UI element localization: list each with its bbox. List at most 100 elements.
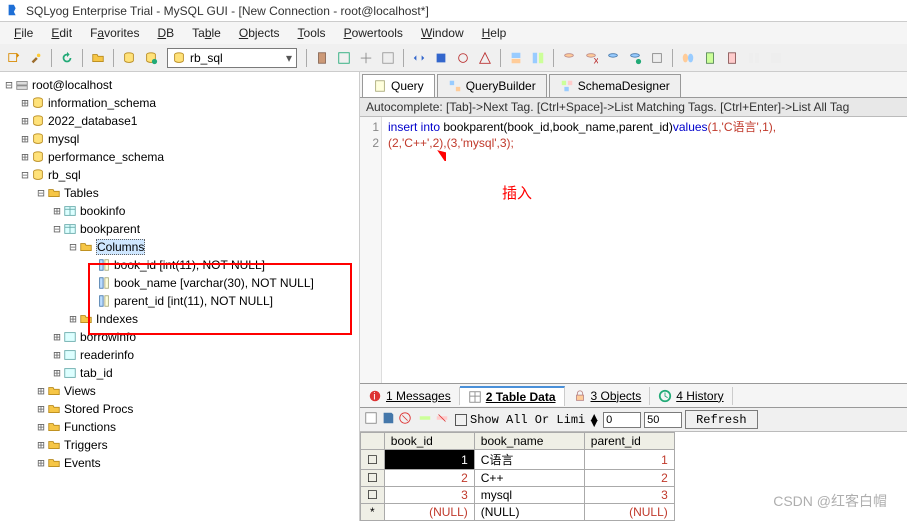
cell[interactable]: 3 [584, 487, 674, 504]
cell[interactable]: (NULL) [584, 504, 674, 521]
cell[interactable]: 3 [384, 487, 474, 504]
window-title: SQLyog Enterprise Trial - MySQL GUI - [N… [26, 4, 429, 18]
tree-tables-folder[interactable]: ⊟Tables [2, 184, 357, 202]
menu-edit[interactable]: Edit [43, 24, 80, 42]
cell[interactable]: 1 [584, 450, 674, 470]
menu-file[interactable]: File [6, 24, 41, 42]
cell[interactable]: C++ [474, 470, 584, 487]
tab-querybuilder[interactable]: QueryBuilder [437, 74, 547, 97]
tree-table-open[interactable]: ⊟bookparent [2, 220, 357, 238]
tb-icon-18[interactable] [722, 48, 742, 68]
tree-events-folder[interactable]: ⊞Events [2, 454, 357, 472]
limit-spinner[interactable]: ▲▼ [588, 414, 600, 426]
menu-objects[interactable]: Objects [231, 24, 288, 42]
cell[interactable]: 2 [584, 470, 674, 487]
tree-columns-folder[interactable]: ⊟Columns [2, 238, 357, 256]
refresh-button[interactable]: Refresh [685, 410, 757, 429]
tab-query[interactable]: Query [362, 74, 435, 97]
cell[interactable]: 1 [384, 450, 474, 470]
insert-row-icon[interactable] [418, 411, 432, 428]
watermark: CSDN @红客白帽 [773, 491, 887, 511]
cell[interactable]: (NULL) [474, 504, 584, 521]
tb-icon-9[interactable] [506, 48, 526, 68]
cell[interactable]: 2 [384, 470, 474, 487]
tb-icon-16[interactable] [678, 48, 698, 68]
tree-db[interactable]: ⊞information_schema [2, 94, 357, 112]
row-selector[interactable]: ☐ [361, 450, 385, 470]
row-selector[interactable]: ☐ [361, 470, 385, 487]
tool-connect-icon[interactable] [26, 48, 46, 68]
cell[interactable]: mysql [474, 487, 584, 504]
tree-db[interactable]: ⊞mysql [2, 130, 357, 148]
save-icon[interactable] [381, 411, 395, 428]
tree-functions-folder[interactable]: ⊞Functions [2, 418, 357, 436]
row-selector[interactable]: ☐ [361, 487, 385, 504]
tb-icon-4[interactable] [378, 48, 398, 68]
tb-icon-1[interactable] [312, 48, 332, 68]
tb-icon-11[interactable] [559, 48, 579, 68]
menu-window[interactable]: Window [413, 24, 472, 42]
tree-column[interactable]: book_id [int(11), NOT NULL] [2, 256, 357, 274]
tree-column[interactable]: parent_id [int(11), NOT NULL] [2, 292, 357, 310]
database-combo[interactable]: rb_sql ▾ [167, 48, 297, 68]
tb-icon-2[interactable] [334, 48, 354, 68]
col-header[interactable]: book_name [474, 433, 584, 450]
col-header[interactable]: book_id [384, 433, 474, 450]
showall-checkbox[interactable] [455, 414, 467, 426]
tab-objects[interactable]: 3 Objects [565, 387, 651, 405]
tree-table[interactable]: ⊞borrowinfo [2, 328, 357, 346]
tab-history[interactable]: 4 History [650, 387, 732, 405]
limit-to-input[interactable] [644, 412, 682, 428]
tb-icon-13[interactable] [603, 48, 623, 68]
tree-table[interactable]: ⊞bookinfo [2, 202, 357, 220]
menu-favorites[interactable]: Favorites [82, 24, 147, 42]
tree-column[interactable]: book_name [varchar(30), NOT NULL] [2, 274, 357, 292]
delete-row-icon[interactable] [435, 411, 449, 428]
limit-from-input[interactable] [603, 412, 641, 428]
menu-db[interactable]: DB [149, 24, 182, 42]
tb-icon-6[interactable] [431, 48, 451, 68]
tb-icon-3[interactable] [356, 48, 376, 68]
tb-icon-17[interactable] [700, 48, 720, 68]
tool-refresh-icon[interactable] [57, 48, 77, 68]
tb-icon-8[interactable] [475, 48, 495, 68]
tree-indexes-folder[interactable]: ⊞Indexes [2, 310, 357, 328]
tree-db[interactable]: ⊞performance_schema [2, 148, 357, 166]
cancel-icon[interactable] [398, 411, 412, 428]
tb-icon-15[interactable] [647, 48, 667, 68]
new-row-marker[interactable]: * [361, 504, 385, 521]
menu-table[interactable]: Table [184, 24, 229, 42]
tree-db[interactable]: ⊞2022_database1 [2, 112, 357, 130]
tree-root[interactable]: ⊟root@localhost [2, 76, 357, 94]
tree-db-open[interactable]: ⊟rb_sql [2, 166, 357, 184]
sql-code[interactable]: insert into bookparent(book_id,book_name… [382, 117, 782, 383]
tb-icon-7[interactable] [453, 48, 473, 68]
tb-icon-14[interactable] [625, 48, 645, 68]
cell[interactable]: C语言 [474, 450, 584, 470]
tab-messages[interactable]: i1 Messages [360, 387, 460, 405]
tab-tabledata[interactable]: 2 Table Data [460, 386, 565, 406]
column-icon [96, 294, 112, 308]
tree-table[interactable]: ⊞readerinfo [2, 346, 357, 364]
menu-powertools[interactable]: Powertools [336, 24, 411, 42]
tree-triggers-folder[interactable]: ⊞Triggers [2, 436, 357, 454]
tab-schemadesigner[interactable]: SchemaDesigner [549, 74, 681, 97]
tb-icon-20[interactable] [766, 48, 786, 68]
tb-icon-10[interactable] [528, 48, 548, 68]
tb-icon-19[interactable] [744, 48, 764, 68]
cell[interactable]: (NULL) [384, 504, 474, 521]
tool-open-icon[interactable] [88, 48, 108, 68]
tree-storedprocs-folder[interactable]: ⊞Stored Procs [2, 400, 357, 418]
tool-newquery-icon[interactable] [4, 48, 24, 68]
menu-help[interactable]: Help [474, 24, 515, 42]
sql-editor[interactable]: 12 insert into bookparent(book_id,book_n… [360, 117, 907, 383]
menu-tools[interactable]: Tools [290, 24, 334, 42]
col-header[interactable]: parent_id [584, 433, 674, 450]
tool-dbrefresh-icon[interactable] [141, 48, 161, 68]
tb-icon-12[interactable]: x [581, 48, 601, 68]
tree-table[interactable]: ⊞tab_id [2, 364, 357, 382]
tb-icon-5[interactable] [409, 48, 429, 68]
tree-views-folder[interactable]: ⊞Views [2, 382, 357, 400]
grid-view-icon[interactable] [364, 411, 378, 428]
tool-db-icon[interactable] [119, 48, 139, 68]
